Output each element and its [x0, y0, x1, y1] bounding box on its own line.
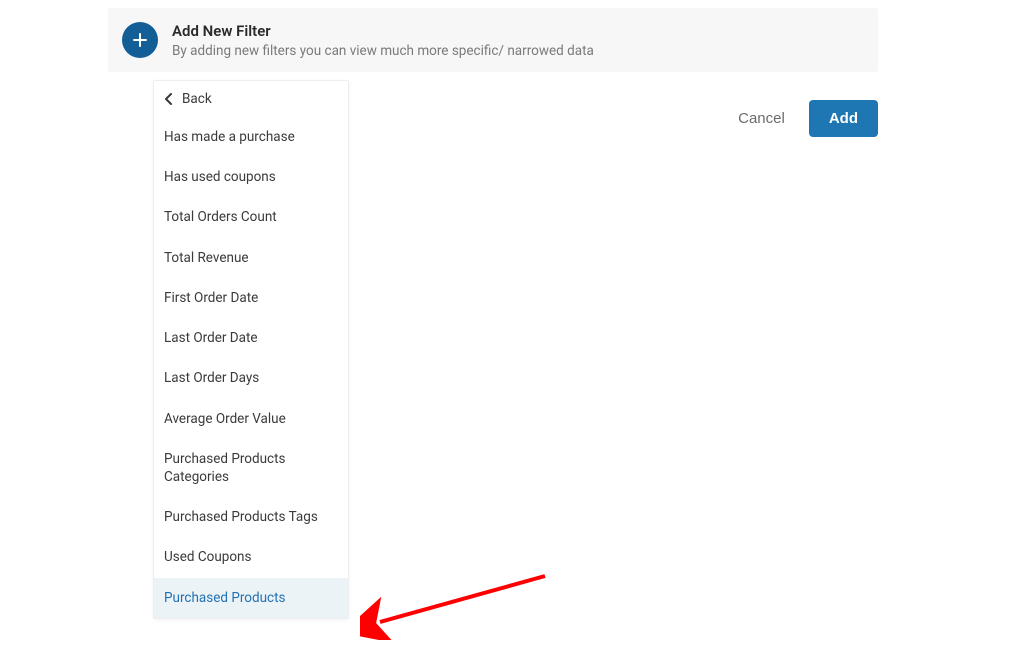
filter-option-total-revenue[interactable]: Total Revenue	[154, 238, 348, 278]
add-filter-header: Add New Filter By adding new filters you…	[108, 8, 878, 72]
filter-option-last-order-date[interactable]: Last Order Date	[154, 318, 348, 358]
filter-option-purchased-products[interactable]: Purchased Products	[154, 578, 348, 618]
filter-dropdown: Back Has made a purchase Has used coupon…	[153, 80, 349, 619]
header-subtitle: By adding new filters you can view much …	[172, 43, 594, 59]
header-text: Add New Filter By adding new filters you…	[172, 22, 594, 59]
filter-option-average-order-value[interactable]: Average Order Value	[154, 399, 348, 439]
filter-option-last-order-days[interactable]: Last Order Days	[154, 358, 348, 398]
filter-option-purchased-products-tags[interactable]: Purchased Products Tags	[154, 497, 348, 537]
filter-option-purchased-products-categories[interactable]: Purchased Products Categories	[154, 439, 348, 497]
add-button[interactable]: Add	[809, 100, 878, 137]
filter-option-has-used-coupons[interactable]: Has used coupons	[154, 157, 348, 197]
chevron-left-icon	[164, 93, 174, 105]
header-title: Add New Filter	[172, 22, 594, 40]
back-label: Back	[182, 91, 212, 107]
annotation-arrow-icon	[360, 570, 560, 640]
plus-icon	[122, 22, 158, 58]
filter-option-has-made-a-purchase[interactable]: Has made a purchase	[154, 117, 348, 157]
filter-option-total-orders-count[interactable]: Total Orders Count	[154, 197, 348, 237]
action-bar: Cancel Add	[738, 100, 878, 137]
filter-option-first-order-date[interactable]: First Order Date	[154, 278, 348, 318]
back-button[interactable]: Back	[154, 81, 348, 117]
filter-option-used-coupons[interactable]: Used Coupons	[154, 537, 348, 577]
cancel-button[interactable]: Cancel	[738, 110, 785, 127]
